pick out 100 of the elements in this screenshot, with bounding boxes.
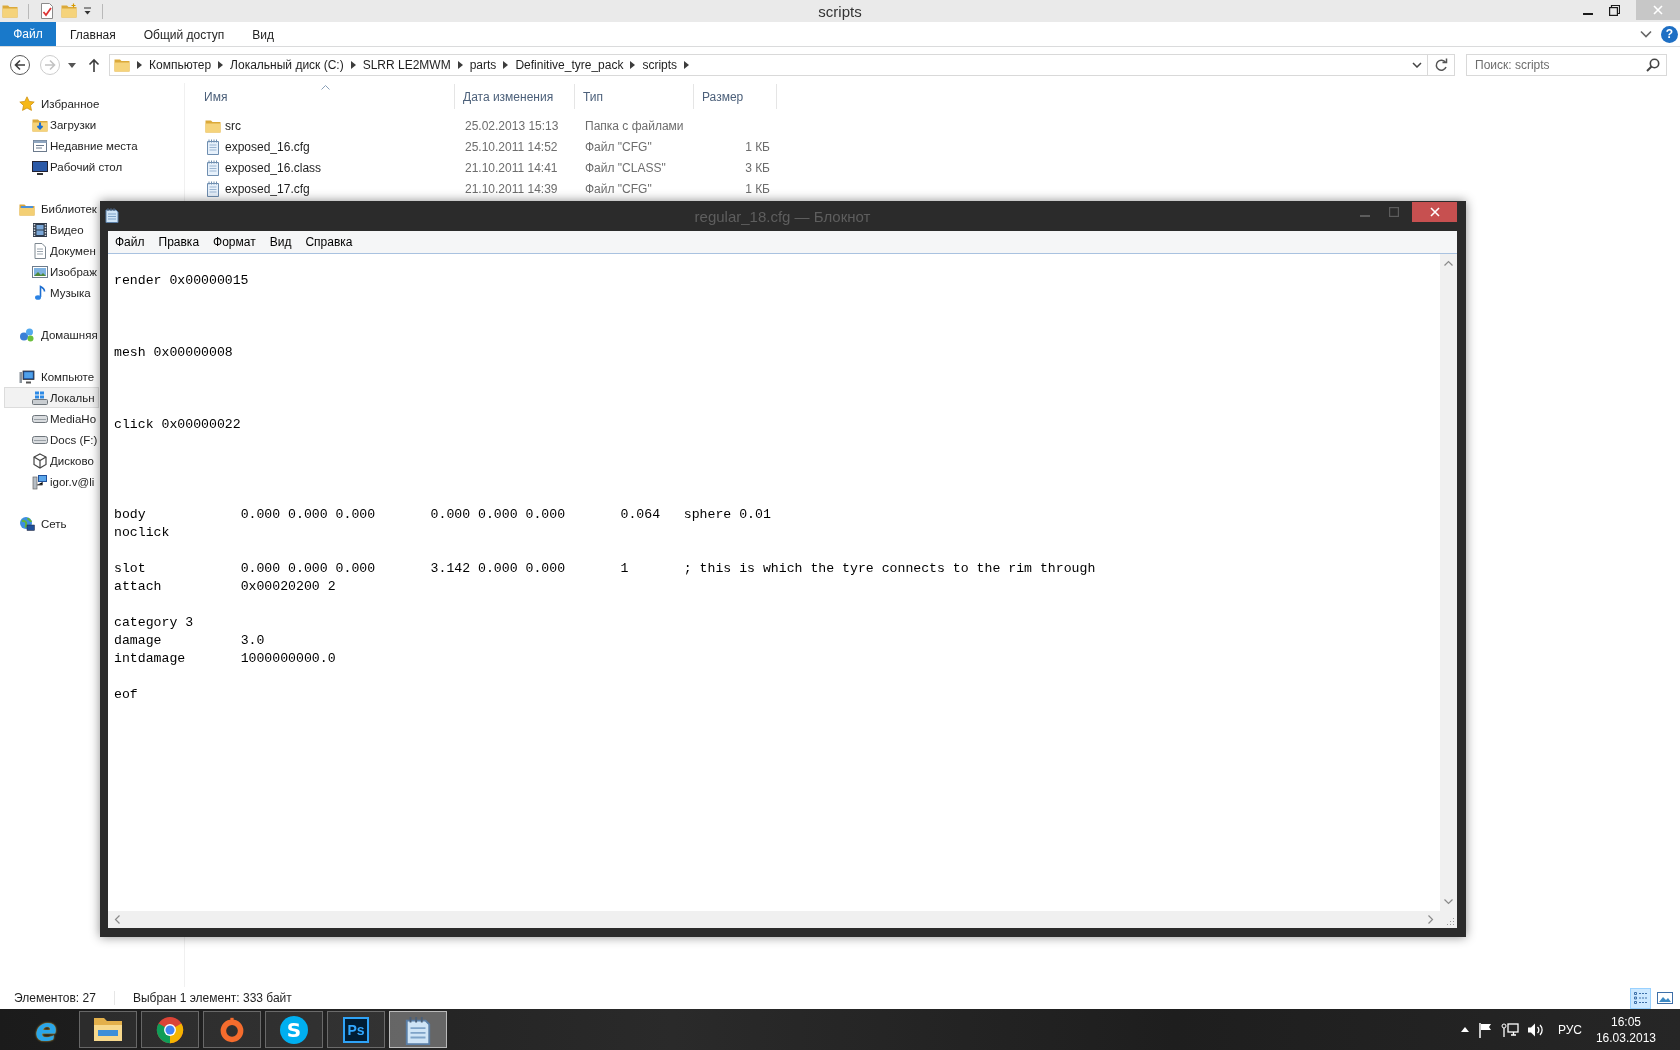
file-tab[interactable]: Файл	[0, 22, 56, 46]
text-line: intdamage 1000000000.0	[114, 650, 336, 668]
column-header[interactable]: Дата изменения	[455, 84, 575, 109]
clock[interactable]: 16:05 16.03.2013	[1595, 1013, 1656, 1046]
separator-arrow-icon[interactable]	[137, 61, 142, 69]
picture-icon	[32, 263, 48, 280]
separator-arrow-icon[interactable]	[350, 61, 356, 69]
date-modified: 25.10.2011 14:52	[465, 139, 558, 154]
film-icon	[32, 221, 48, 238]
menu-item[interactable]: Правка	[151, 231, 207, 253]
arrow-up-icon[interactable]	[88, 58, 100, 72]
separator-arrow-icon[interactable]	[503, 61, 509, 69]
breadcrumb[interactable]: parts	[469, 58, 497, 72]
chevron-right-icon[interactable]	[1428, 915, 1434, 924]
chevron-down-icon[interactable]	[1640, 30, 1652, 38]
flag-icon[interactable]	[1476, 1021, 1493, 1038]
file-row[interactable]: exposed_17.cfg 21.10.2011 14:39 Файл "CFG" 1 КБ	[196, 178, 779, 199]
breadcrumb[interactable]: Локальный диск (C:)	[230, 58, 344, 72]
ribbon-tab[interactable]: Главная	[56, 22, 130, 46]
breadcrumb[interactable]: Компьютер	[149, 58, 212, 72]
system-drive-icon	[32, 389, 48, 406]
separator-arrow-icon[interactable]	[218, 61, 224, 69]
computer-icon	[19, 368, 35, 385]
speaker-icon[interactable]	[1526, 1021, 1545, 1038]
taskbar-button[interactable]: e	[17, 1011, 75, 1048]
chevron-down-icon[interactable]	[1412, 62, 1422, 68]
search-icon[interactable]	[1646, 58, 1660, 72]
file-type: Файл "CFG"	[585, 181, 652, 196]
taskbar-button[interactable]	[141, 1011, 199, 1048]
text-line: noclick	[114, 524, 170, 542]
nav-item[interactable]: Музыка	[4, 282, 91, 303]
chevron-left-icon[interactable]	[114, 915, 120, 924]
taskbar-button[interactable]	[203, 1011, 261, 1048]
horizontal-scrollbar[interactable]	[108, 911, 1440, 928]
file-row[interactable]: exposed_16.cfg 25.10.2011 14:52 Файл "CFG" 1 КБ	[196, 136, 779, 157]
ribbon-tab[interactable]: Вид	[238, 22, 289, 46]
file-row[interactable]: src 25.02.2013 15:13 Папка с файлами	[196, 115, 779, 136]
document-check-icon[interactable]	[39, 3, 55, 19]
caret-up-icon[interactable]	[1460, 1027, 1469, 1032]
separator-arrow-icon[interactable]	[457, 61, 463, 69]
chevron-up-icon[interactable]	[1444, 260, 1453, 266]
menu-item[interactable]: Справка	[298, 231, 360, 253]
nav-item[interactable]: Локальн	[4, 387, 99, 408]
window-title: scripts	[818, 2, 862, 20]
file-name: exposed_16.class	[225, 160, 322, 175]
view-button[interactable]	[1630, 987, 1651, 1009]
separator-arrow-icon[interactable]	[630, 61, 636, 69]
nav-item[interactable]: Загрузки	[4, 114, 97, 135]
nav-item[interactable]: Дисково	[4, 450, 94, 471]
caret-down-icon[interactable]	[68, 62, 76, 68]
breadcrumb[interactable]: Definitive_tyre_pack	[515, 58, 624, 72]
nav-item[interactable]: igor.v@li	[4, 471, 95, 492]
nav-item[interactable]: Видео	[4, 219, 84, 240]
menu-item[interactable]: Формат	[206, 231, 263, 253]
file-row[interactable]: exposed_16.class 21.10.2011 14:41 Файл "CLASS" 3 КБ	[196, 157, 779, 178]
text-line: slot 0.000 0.000 0.000 3.142 0.000 0.000 1 ; this is which the tyre connects to the rim through	[114, 560, 1096, 578]
file-name: src	[225, 118, 241, 133]
separator-arrow-icon[interactable]	[684, 61, 690, 69]
nav-item[interactable]: Докумен	[4, 240, 96, 261]
nav-item[interactable]: Недавние места	[4, 135, 138, 156]
refresh-button[interactable]	[1428, 54, 1455, 76]
nav-item[interactable]: Сеть	[4, 513, 67, 534]
close-button[interactable]	[1412, 202, 1457, 222]
breadcrumb[interactable]: SLRR LE2MWM	[362, 58, 451, 72]
taskbar-button[interactable]: Ps	[327, 1011, 385, 1048]
ribbon-tab[interactable]: Общий доступ	[129, 22, 239, 46]
ring-icon	[219, 1016, 245, 1043]
vertical-scrollbar[interactable]	[1440, 254, 1457, 911]
language-indicator[interactable]: РУС	[1557, 1022, 1582, 1037]
nav-item[interactable]: Изображ	[4, 261, 97, 282]
nav-item[interactable]: Библиотек	[4, 198, 97, 219]
star-icon	[19, 95, 35, 112]
text-line: body 0.000 0.000 0.000 0.000 0.000 0.000 0.064 sphere 0.01	[114, 506, 771, 524]
taskbar-button[interactable]	[389, 1011, 447, 1048]
taskbar-button[interactable]	[79, 1011, 137, 1048]
nav-item[interactable]: Docs (F:)	[4, 429, 98, 450]
document-icon	[205, 138, 221, 155]
breadcrumb[interactable]: scripts	[642, 58, 678, 72]
nav-item[interactable]: MediaHo	[4, 408, 97, 429]
nav-item[interactable]: Рабочий стол	[4, 156, 123, 177]
help-button[interactable]: ?	[1661, 25, 1678, 43]
file-type: Файл "CLASS"	[585, 160, 666, 175]
text-line: render 0x00000015	[114, 272, 249, 290]
text-line: mesh 0x00000008	[114, 344, 233, 362]
close-icon	[1653, 5, 1663, 15]
nav-item[interactable]: Избранное	[4, 93, 100, 114]
menu-item[interactable]: Файл	[108, 231, 152, 253]
search-field[interactable]: Поиск: scripts	[1466, 54, 1667, 76]
column-header[interactable]: Тип	[575, 84, 694, 109]
address-bar[interactable]: Компьютер Локальный диск (C:) SLRR LE2MWM parts Definitive_tyre_pack scripts	[109, 54, 1428, 76]
network-icon[interactable]	[1500, 1021, 1519, 1038]
minimize-icon	[1582, 12, 1593, 15]
column-header[interactable]: Имя	[196, 84, 455, 109]
file-size: 3 КБ	[745, 160, 770, 175]
menu-item[interactable]: Вид	[262, 231, 299, 253]
arrow-left-icon	[14, 59, 26, 71]
nav-item[interactable]: Домашняя	[4, 324, 98, 345]
nav-item[interactable]: Компьюте	[4, 366, 95, 387]
column-header[interactable]: Размер	[694, 84, 777, 109]
file-size: 1 КБ	[745, 139, 770, 154]
